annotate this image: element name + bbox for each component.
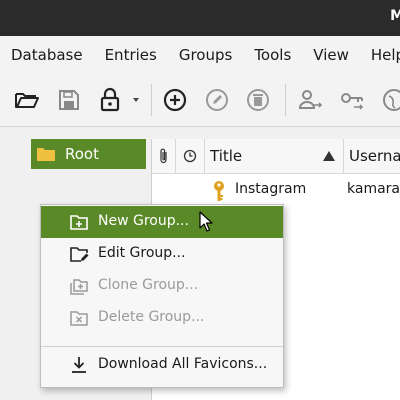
entry-title: Instagram (235, 181, 307, 197)
add-entry-button[interactable] (161, 86, 189, 114)
dropdown-arrow-icon (133, 98, 139, 102)
save-database-button[interactable] (55, 86, 83, 114)
group-tree-root[interactable]: Root (31, 139, 146, 169)
menu-item-label: Download All Favicons... (98, 356, 268, 372)
mouse-cursor-icon (199, 211, 213, 232)
table-header: Title Userna (152, 139, 400, 174)
column-username[interactable]: Userna (344, 139, 400, 173)
column-title[interactable]: Title (205, 139, 344, 173)
menu-item-clone-group[interactable]: Clone Group... (41, 270, 283, 302)
folder-open-icon (15, 93, 39, 108)
menu-view[interactable]: View (302, 46, 360, 64)
menu-item-new-group[interactable]: New Group... (41, 206, 283, 238)
entry-username: kamara (347, 181, 400, 197)
copy-username-button[interactable] (296, 86, 324, 114)
transfer-password-icon (341, 93, 364, 110)
edit-entry-icon (206, 89, 228, 111)
toolbar-separator (151, 84, 152, 116)
menu-groups[interactable]: Groups (168, 46, 243, 64)
sort-ascending-icon (323, 151, 335, 161)
column-title-label: Title (210, 147, 243, 165)
add-entry-icon (163, 88, 187, 112)
column-username-label: Userna (349, 147, 400, 165)
lock-icon (100, 87, 120, 112)
download-icon (72, 357, 86, 373)
key-icon (214, 181, 224, 201)
open-database-button[interactable] (13, 86, 41, 114)
menu-separator (41, 346, 283, 347)
lock-database-button[interactable] (96, 86, 124, 114)
toolbar-separator (285, 84, 286, 116)
menu-item-label: Clone Group... (98, 277, 199, 293)
window-title: M (390, 8, 400, 24)
menu-item-label: Edit Group... (98, 245, 186, 261)
lock-dropdown-button[interactable] (129, 86, 143, 114)
open-url-button[interactable] (380, 86, 400, 114)
open-url-icon (383, 89, 400, 111)
transfer-username-icon (298, 90, 323, 109)
menu-item-download-favicons[interactable]: Download All Favicons... (41, 349, 283, 381)
group-root-label: Root (65, 145, 99, 163)
menu-entries[interactable]: Entries (94, 46, 168, 64)
save-icon (59, 90, 79, 110)
group-context-menu: New Group... Edit Group... Clone Group..… (40, 204, 284, 388)
menu-item-delete-group[interactable]: Delete Group... (41, 302, 283, 334)
copy-password-button[interactable] (338, 86, 366, 114)
new-group-icon (70, 215, 88, 230)
column-attachment[interactable] (152, 139, 176, 173)
menu-help[interactable]: Help (360, 46, 400, 64)
delete-group-icon (70, 311, 88, 326)
table-row[interactable]: Instagram kamara (152, 175, 400, 205)
menu-bar: Database Entries Groups Tools View Help (0, 36, 400, 74)
clock-icon (183, 149, 197, 163)
title-bar: M (0, 0, 400, 36)
edit-entry-button[interactable] (203, 86, 231, 114)
toolbar (0, 74, 400, 127)
delete-entry-icon (247, 89, 269, 111)
column-modified[interactable] (176, 139, 205, 173)
menu-item-label: Delete Group... (98, 309, 205, 325)
delete-entry-button[interactable] (244, 86, 272, 114)
menu-database[interactable]: Database (0, 46, 94, 64)
menu-item-edit-group[interactable]: Edit Group... (41, 238, 283, 270)
menu-item-label: New Group... (98, 213, 189, 229)
attachment-icon (159, 148, 167, 164)
edit-group-icon (70, 247, 89, 262)
folder-icon (37, 148, 55, 161)
clone-group-icon (70, 279, 88, 295)
menu-tools[interactable]: Tools (243, 46, 302, 64)
